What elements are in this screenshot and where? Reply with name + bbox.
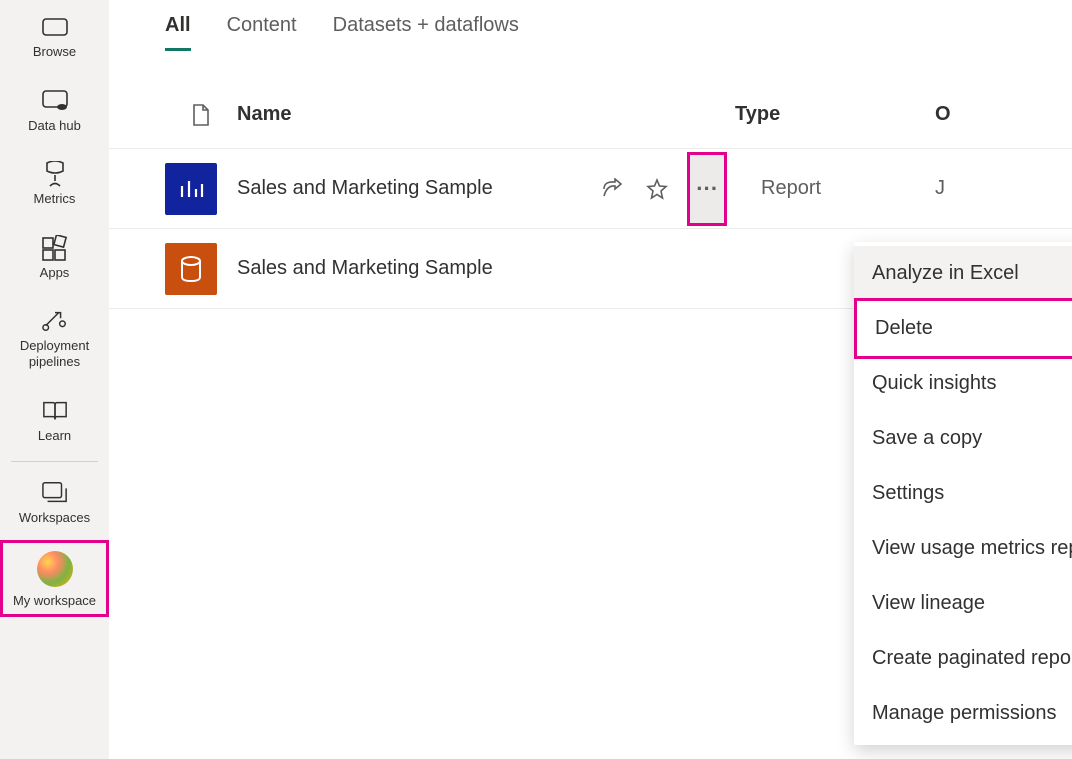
learn-icon bbox=[42, 398, 68, 424]
metrics-icon bbox=[42, 161, 68, 187]
share-button[interactable] bbox=[597, 169, 626, 209]
row-icon-cell bbox=[165, 163, 237, 215]
column-owner[interactable]: O bbox=[935, 103, 951, 126]
report-icon bbox=[165, 163, 217, 215]
datahub-icon bbox=[42, 88, 68, 114]
sidebar-item-pipelines[interactable]: Deployment pipelines bbox=[0, 294, 109, 383]
sidebar-item-metrics[interactable]: Metrics bbox=[0, 147, 109, 221]
sidebar-label: Data hub bbox=[28, 118, 81, 134]
tab-content[interactable]: Content bbox=[227, 14, 297, 51]
sidebar-item-workspaces[interactable]: Workspaces bbox=[0, 466, 109, 540]
menu-item-settings[interactable]: Settings bbox=[854, 466, 1072, 521]
table-header: Name Type O bbox=[109, 81, 1072, 149]
row-actions: ··· bbox=[597, 152, 735, 226]
star-icon bbox=[646, 178, 668, 200]
table-row[interactable]: Sales and Marketing Sample ··· Report J bbox=[109, 149, 1072, 229]
row-type: Report bbox=[735, 177, 935, 200]
sidebar-item-apps[interactable]: Apps bbox=[0, 221, 109, 295]
sidebar-label: My workspace bbox=[13, 593, 96, 609]
row-icon-cell bbox=[165, 243, 237, 295]
sidebar-label: Browse bbox=[33, 44, 76, 60]
row-name[interactable]: Sales and Marketing Sample bbox=[237, 177, 597, 200]
apps-icon bbox=[42, 235, 68, 261]
pipelines-icon bbox=[42, 308, 68, 334]
sidebar-label: Deployment pipelines bbox=[0, 338, 109, 369]
menu-item-lineage[interactable]: View lineage bbox=[854, 576, 1072, 631]
tabs: All Content Datasets + dataflows bbox=[109, 0, 1072, 51]
row-owner: J bbox=[935, 177, 945, 200]
share-icon bbox=[601, 178, 623, 200]
menu-item-usage-metrics[interactable]: View usage metrics report bbox=[854, 521, 1072, 576]
sidebar-label: Workspaces bbox=[19, 510, 90, 526]
dataset-icon bbox=[165, 243, 217, 295]
tab-datasets[interactable]: Datasets + dataflows bbox=[333, 14, 519, 51]
browse-icon bbox=[42, 14, 68, 40]
sidebar-divider bbox=[11, 461, 98, 462]
sidebar-item-my-workspace[interactable]: My workspace bbox=[0, 540, 109, 618]
file-icon bbox=[191, 103, 211, 127]
sidebar: Browse Data hub Metrics Apps Deployment … bbox=[0, 0, 109, 759]
context-menu: Analyze in Excel Delete Quick insights S… bbox=[854, 242, 1072, 745]
sidebar-label: Apps bbox=[40, 265, 70, 281]
tab-all[interactable]: All bbox=[165, 14, 191, 51]
column-type[interactable]: Type bbox=[735, 103, 935, 126]
sidebar-label: Metrics bbox=[34, 191, 76, 207]
menu-item-manage-permissions[interactable]: Manage permissions bbox=[854, 686, 1072, 741]
sidebar-item-datahub[interactable]: Data hub bbox=[0, 74, 109, 148]
sidebar-item-browse[interactable]: Browse bbox=[0, 0, 109, 74]
sidebar-label: Learn bbox=[38, 428, 71, 444]
more-icon: ··· bbox=[696, 176, 718, 202]
row-name[interactable]: Sales and Marketing Sample bbox=[237, 257, 597, 280]
avatar bbox=[37, 551, 73, 587]
menu-item-save-copy[interactable]: Save a copy bbox=[854, 411, 1072, 466]
more-options-button[interactable]: ··· bbox=[687, 152, 727, 226]
column-icon bbox=[165, 103, 237, 127]
menu-item-delete[interactable]: Delete bbox=[854, 298, 1072, 359]
sidebar-item-learn[interactable]: Learn bbox=[0, 384, 109, 458]
favorite-button[interactable] bbox=[642, 169, 671, 209]
main-content: All Content Datasets + dataflows Name Ty… bbox=[109, 0, 1072, 759]
workspaces-icon bbox=[42, 480, 68, 506]
menu-item-paginated[interactable]: Create paginated report bbox=[854, 631, 1072, 686]
column-name[interactable]: Name bbox=[237, 103, 735, 126]
menu-item-quick-insights[interactable]: Quick insights bbox=[854, 356, 1072, 411]
menu-item-analyze[interactable]: Analyze in Excel bbox=[854, 246, 1072, 301]
